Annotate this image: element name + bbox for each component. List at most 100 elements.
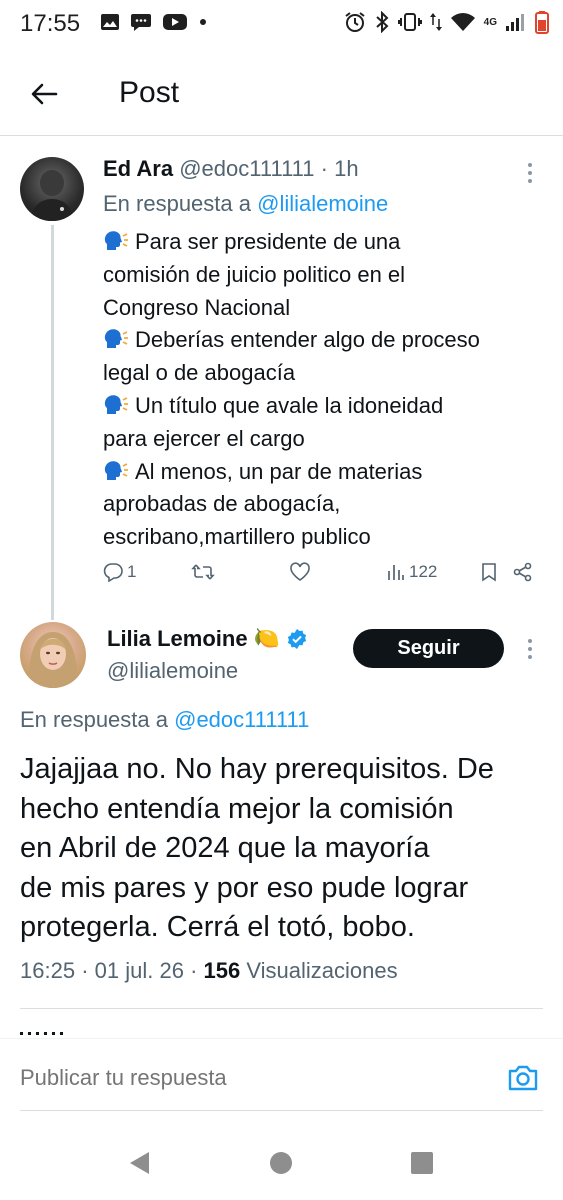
tweet-line: Jajajjaa no. No hay prerequisitos. De [20,753,494,785]
dot-icon [198,17,208,27]
views-count: 156 [203,958,241,983]
bluetooth-icon [374,11,390,33]
arrow-left-icon [31,83,58,105]
tweet-time[interactable]: 16:25 [20,958,75,983]
more-vertical-icon [528,163,532,183]
tweet-line: de mis pares y por eso pude lograr [20,871,469,904]
tweet-line: escribano,martillero publico [103,524,371,550]
more-vertical-icon [528,639,532,659]
tweet-line: legal o de abogacía [103,360,296,386]
status-time: 17:55 [20,10,81,37]
tweet-line: Un título que avale la idoneidad [103,390,543,423]
author-name-row: Lilia Lemoine 🍋 [107,626,308,652]
tweet-line: Al menos, un par de materias [103,456,543,489]
reply-icon [103,563,123,582]
tweet-line: Para ser presidente de una [103,226,543,259]
avatar-photo [28,632,78,688]
replying-to: En respuesta a @lilialemoine [103,191,388,217]
like-button[interactable] [289,562,311,582]
separator: · [81,958,89,983]
mention-link[interactable]: @lilialemoine [257,191,388,216]
tweet-line: para ejercer el cargo [103,425,305,451]
circle-home-icon [270,1152,292,1174]
avatar[interactable] [20,157,84,221]
nav-home-button[interactable] [266,1148,296,1178]
reply-input[interactable] [20,1065,440,1091]
speaking-head-icon [104,329,128,349]
triangle-back-icon [130,1152,149,1174]
repost-icon [191,564,215,580]
separator: · [190,958,198,983]
tweet-line: en Abril de 2024 que la mayoría [20,832,430,864]
tweet-line: Congreso Nacional [103,294,291,320]
author-name[interactable]: Lilia Lemoine [107,626,248,652]
tweet-text: Jajajjaa no. No hay prerequisitos. De he… [20,750,550,948]
nav-back-button[interactable] [125,1148,155,1178]
bookmark-icon [482,563,496,582]
system-nav-bar [0,1130,563,1200]
speaking-head-icon [104,460,128,480]
mention-link[interactable]: @edoc111111 [174,707,309,732]
youtube-icon [162,12,188,32]
replying-to-label: En respuesta a [103,191,251,216]
lemon-emoji: 🍋 [253,627,280,650]
replying-to: En respuesta a @edoc111111 [20,707,309,733]
speaking-head-icon [104,395,128,414]
tweet-actions: 1 122 [103,562,543,592]
speaking-head-icon [104,231,128,250]
square-recents-icon [411,1152,433,1174]
tweet-line: comisión de juicio politico en el [103,261,406,287]
reply-button[interactable]: 1 [103,562,136,582]
tweet-meta: 16:25 · 01 jul. 26 · 156 Visualizaciones [20,958,398,984]
views-label[interactable]: Visualizaciones [246,958,397,983]
avatar[interactable] [20,622,86,688]
tweet-line: protegerla. Cerrá el totó, bobo. [20,911,415,943]
nav-recents-button[interactable] [407,1148,437,1178]
data-arrows-icon [429,11,442,33]
battery-icon [535,10,549,34]
follow-button[interactable]: Seguir [353,629,504,668]
status-bar: 17:55 4G [0,0,563,48]
wifi-icon [450,11,476,33]
header: Post [0,54,563,136]
author-name[interactable]: Ed Ara [103,156,173,181]
tweet-text: Para ser presidente de una comisión de j… [103,226,543,554]
alarm-icon [344,11,366,33]
chat-bubble-icon [130,12,152,32]
divider [20,1008,543,1009]
more-options-button[interactable] [518,634,542,664]
replying-to-label: En respuesta a [20,707,168,732]
repost-button[interactable] [191,562,215,582]
camera-button[interactable] [506,1063,540,1093]
views-count: 122 [409,562,438,581]
page-title: Post [119,76,180,109]
avatar-photo [30,170,74,221]
thread-connector [51,225,54,620]
author-handle[interactable]: @lilialemoine [107,658,238,684]
reply-tweet-header: Ed Ara @edoc111111 · 1h [103,156,359,182]
network-type: 4G [483,16,497,28]
views-button[interactable]: 122 [387,562,437,582]
share-button[interactable] [513,562,533,582]
reply-composer [0,1038,563,1110]
tweet-line: aprobadas de abogacía, [103,491,341,517]
divider [20,1110,543,1111]
verified-badge-icon [287,629,306,649]
author-handle[interactable]: @edoc111111 [179,156,314,181]
vibrate-icon [397,11,422,33]
back-button[interactable] [26,76,62,112]
tweet-date[interactable]: 01 jul. 26 [95,958,184,983]
tweet-line: hecho entendía mejor la comisión [20,792,454,825]
reply-count: 1 [127,562,137,581]
share-icon [513,562,532,582]
more-options-button[interactable] [518,158,542,188]
camera-icon [508,1065,538,1091]
tweet-time[interactable]: 1h [334,156,358,181]
signal-icon [505,11,527,33]
heart-icon [290,562,310,581]
bookmark-button[interactable] [481,562,497,582]
tweet-line: Deberías entender algo de proceso [103,324,543,357]
analytics-icon [388,565,404,580]
image-icon [100,12,120,32]
separator: · [320,156,328,181]
